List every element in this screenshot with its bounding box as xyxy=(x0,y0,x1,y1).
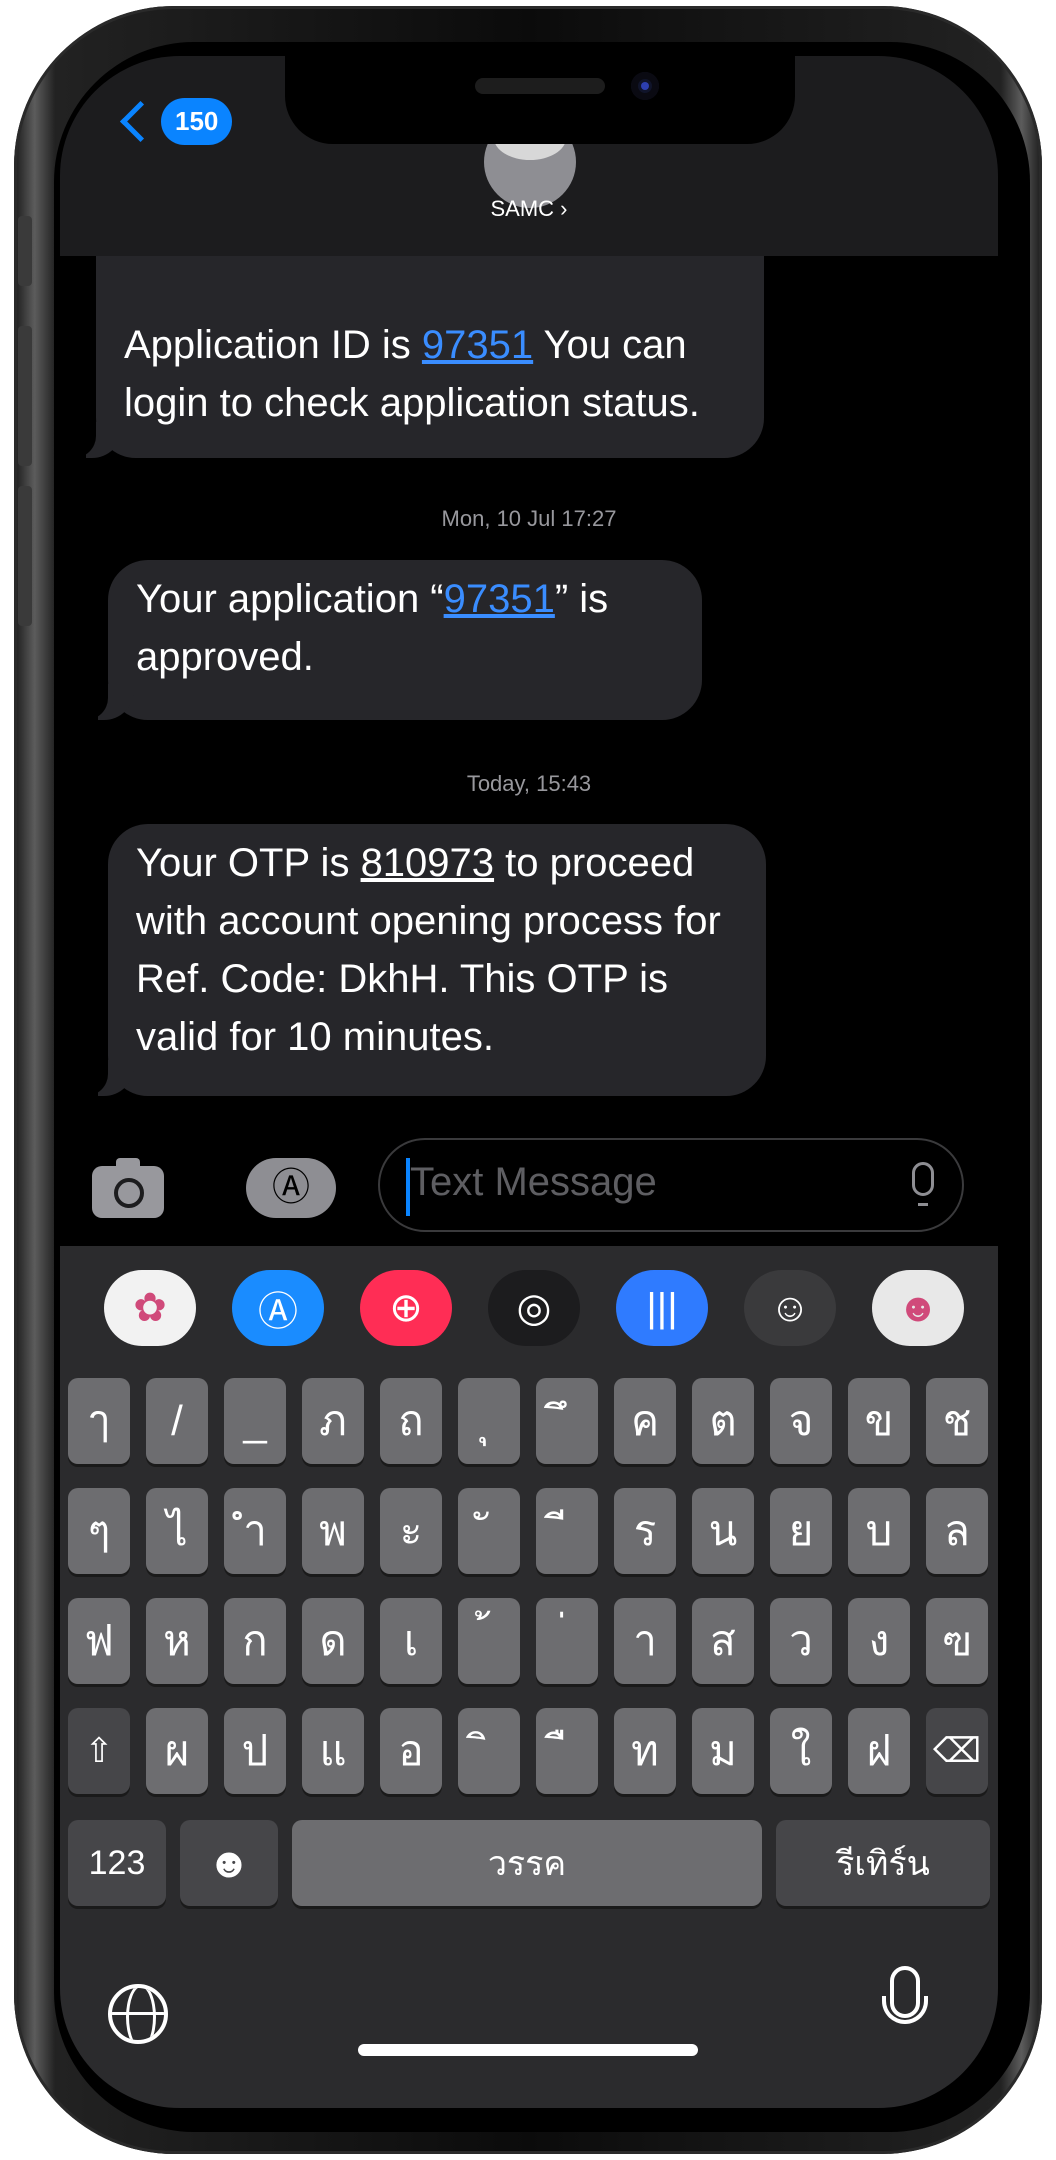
photos-icon[interactable]: ✿ xyxy=(104,1270,196,1346)
message-text: Your application “ xyxy=(136,577,444,621)
key-row4-5[interactable]: ื xyxy=(536,1708,598,1794)
key-row3-4[interactable]: เ xyxy=(380,1598,442,1684)
shift-key[interactable]: ⇧ xyxy=(68,1708,130,1794)
key-row1-7[interactable]: ค xyxy=(614,1378,676,1464)
key-row1-4[interactable]: ถ xyxy=(380,1378,442,1464)
activity-icon[interactable]: ◎ xyxy=(488,1270,580,1346)
message-bubble[interactable]: Your OTP is 810973 to proceed with accou… xyxy=(84,824,766,1096)
key-row4-0[interactable]: ผ xyxy=(146,1708,208,1794)
key-row1-6[interactable]: ึ xyxy=(536,1378,598,1464)
back-button[interactable]: 150 xyxy=(118,98,233,145)
imessage-app-strip: ✿ Ⓐ ⊕ ◎ ||| ☺ ☻ xyxy=(60,1252,998,1358)
screen: 150 SAMC › Application ID is 97351 You c… xyxy=(60,56,998,2108)
key-row3-0[interactable]: ฟ xyxy=(68,1598,130,1684)
key-row1-2[interactable]: _ xyxy=(224,1378,286,1464)
app-store-icon[interactable]: Ⓐ xyxy=(232,1270,324,1346)
key-row4-8[interactable]: ใ xyxy=(770,1708,832,1794)
timestamp: Mon, 10 Jul 17:27 xyxy=(441,506,617,531)
key-row3-9[interactable]: ว xyxy=(770,1598,832,1684)
delete-key[interactable]: ⌫ xyxy=(926,1708,988,1794)
contact-name[interactable]: SAMC › xyxy=(60,196,998,222)
image-search-icon[interactable]: ⊕ xyxy=(360,1270,452,1346)
message-text: Your OTP is xyxy=(136,841,361,885)
emoji-key[interactable]: ☻ xyxy=(180,1820,278,1906)
dictation-icon[interactable] xyxy=(912,1162,934,1206)
application-id-link[interactable]: 97351 xyxy=(422,323,533,367)
key-row1-9[interactable]: จ xyxy=(770,1378,832,1464)
unread-count-badge: 150 xyxy=(161,98,233,145)
key-row3-5[interactable]: ้ xyxy=(458,1598,520,1684)
key-row4-6[interactable]: ท xyxy=(614,1708,676,1794)
message-text: Application ID is xyxy=(124,323,422,367)
app-store-icon: Ⓐ xyxy=(271,1167,310,1209)
message-bubble[interactable]: Your application “97351” is approved. xyxy=(84,560,702,720)
message-input-placeholder: Text Message xyxy=(410,1160,657,1204)
key-row3-1[interactable]: ห xyxy=(146,1598,208,1684)
key-row3-2[interactable]: ก xyxy=(224,1598,286,1684)
numbers-key[interactable]: 123 xyxy=(68,1820,166,1906)
key-row2-6[interactable]: ี xyxy=(536,1488,598,1574)
home-indicator[interactable] xyxy=(358,2044,698,2056)
key-row2-1[interactable]: ไ xyxy=(146,1488,208,1574)
globe-icon[interactable] xyxy=(108,1984,168,2044)
apps-button[interactable]: Ⓐ xyxy=(246,1158,336,1218)
camera-icon xyxy=(114,1178,144,1208)
key-row1-8[interactable]: ต xyxy=(692,1378,754,1464)
key-row4-4[interactable]: ิ xyxy=(458,1708,520,1794)
chevron-left-icon xyxy=(119,100,162,143)
key-row3-10[interactable]: ง xyxy=(848,1598,910,1684)
speaker-grille xyxy=(475,78,605,94)
key-row2-7[interactable]: ร xyxy=(614,1488,676,1574)
key-row3-6[interactable]: ่ xyxy=(536,1598,598,1684)
return-key[interactable]: รีเทิร์น xyxy=(776,1820,990,1906)
key-row1-3[interactable]: ภ xyxy=(302,1378,364,1464)
notch xyxy=(285,56,795,144)
key-row1-1[interactable]: / xyxy=(146,1378,208,1464)
key-row1-11[interactable]: ช xyxy=(926,1378,988,1464)
microphone-icon[interactable] xyxy=(882,1966,928,2024)
key-row4-9[interactable]: ฝ xyxy=(848,1708,910,1794)
key-row3-11[interactable]: ฃ xyxy=(926,1598,988,1684)
key-row2-8[interactable]: น xyxy=(692,1488,754,1574)
volume-down-button xyxy=(18,486,32,626)
key-row2-11[interactable]: ล xyxy=(926,1488,988,1574)
key-row4-2[interactable]: แ xyxy=(302,1708,364,1794)
key-row3-8[interactable]: ส xyxy=(692,1598,754,1684)
key-row2-10[interactable]: บ xyxy=(848,1488,910,1574)
silent-switch xyxy=(18,216,32,286)
key-row1-0[interactable]: ๅ xyxy=(68,1378,130,1464)
application-id-link[interactable]: 97351 xyxy=(444,577,555,621)
key-row3-7[interactable]: า xyxy=(614,1598,676,1684)
timestamp: Today, 15:43 xyxy=(466,771,592,796)
key-row2-0[interactable]: ๆ xyxy=(68,1488,130,1574)
front-camera xyxy=(631,72,659,100)
key-row2-9[interactable]: ย xyxy=(770,1488,832,1574)
otp-code[interactable]: 810973 xyxy=(361,841,494,885)
audio-message-icon[interactable]: ||| xyxy=(616,1270,708,1346)
space-key[interactable]: วรรค xyxy=(292,1820,762,1906)
key-row2-5[interactable]: ั xyxy=(458,1488,520,1574)
key-row3-3[interactable]: ด xyxy=(302,1598,364,1684)
key-row4-1[interactable]: ป xyxy=(224,1708,286,1794)
key-row2-3[interactable]: พ xyxy=(302,1488,364,1574)
message-input[interactable]: Text Message xyxy=(378,1138,964,1232)
key-row4-7[interactable]: ม xyxy=(692,1708,754,1794)
key-row2-4[interactable]: ะ xyxy=(380,1488,442,1574)
key-row1-5[interactable]: ุ xyxy=(458,1378,520,1464)
memoji-stickers-icon[interactable]: ☻ xyxy=(872,1270,964,1346)
key-row4-3[interactable]: อ xyxy=(380,1708,442,1794)
memoji-icon[interactable]: ☺ xyxy=(744,1270,836,1346)
key-row1-10[interactable]: ข xyxy=(848,1378,910,1464)
key-row2-2[interactable]: ำ xyxy=(224,1488,286,1574)
volume-up-button xyxy=(18,326,32,466)
camera-button[interactable] xyxy=(92,1156,164,1218)
